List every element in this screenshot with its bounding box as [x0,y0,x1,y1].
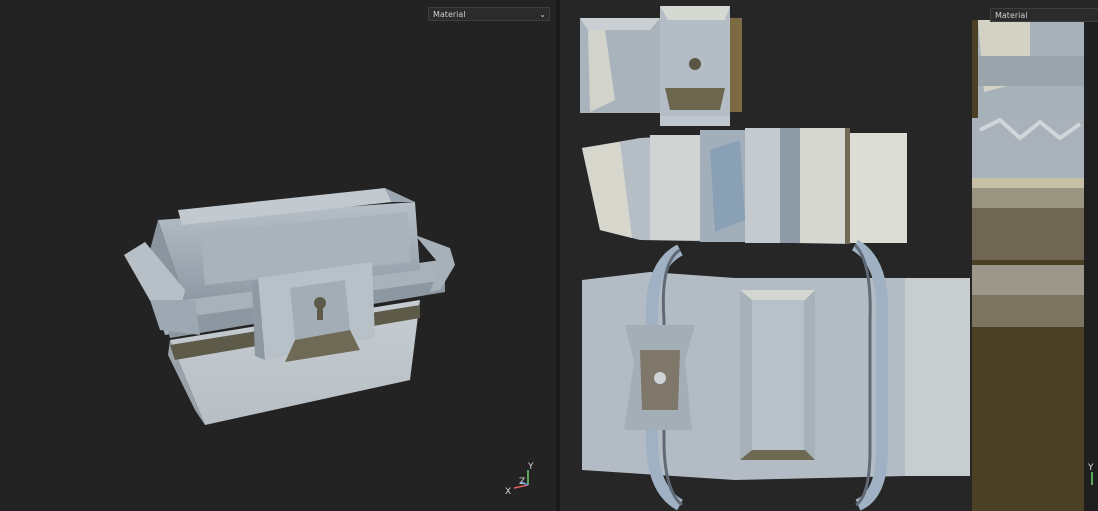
axis-y-label: Y [527,462,534,472]
uv-viewport[interactable]: Material Y [560,0,1098,511]
axis-gizmo-icon: Y [1087,463,1094,485]
3d-viewport[interactable]: Material ⌄ Y X Z [0,0,556,511]
axis-x-label: X [505,487,511,497]
axis-y-label: Y [1087,463,1094,473]
axis-gizmo-icon: Y X Z [505,462,534,497]
axis-z-label: Z [519,477,525,487]
